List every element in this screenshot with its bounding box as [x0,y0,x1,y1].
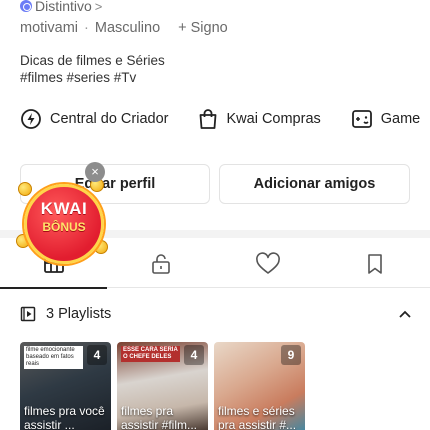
close-bonus-icon[interactable]: × [85,162,105,182]
add-sign-button[interactable]: + Signo [178,20,228,36]
kwai-bonus-widget[interactable]: KWAI BÔNUS [16,178,108,266]
meta-separator: · [84,20,89,36]
kwai-bonus-title: KWAI [40,199,88,218]
tab-private[interactable] [107,240,214,288]
game-link[interactable]: Game [351,108,421,130]
playlist-caption: filmes e séries pra assistir #... [218,404,297,430]
bio-line: Dicas de filmes e Séries [20,53,165,68]
badge-label: Distintivo [35,0,92,14]
kwai-bonus-subtitle: BÔNUS [42,220,86,234]
playlist-count: 9 [281,345,301,365]
playlist-count: 4 [184,345,204,365]
add-friends-button[interactable]: Adicionar amigos [219,164,410,204]
profile-meta: motivami · Masculino + Signo [20,20,228,36]
playlist-caption: filmes pra assistir #film... [121,404,198,430]
playlists-header[interactable]: 3 Playlists [20,302,412,326]
badge-icon [20,0,32,12]
playlist-caption: filmes pra você assistir ... [24,404,105,430]
heart-icon [255,252,280,274]
tab-saved[interactable] [321,240,428,288]
creator-center-label: Central do Criador [50,111,169,127]
playlist-card[interactable]: 9 filmes e séries pra assistir #... [214,342,305,430]
kwai-shop-label: Kwai Compras [226,111,321,127]
thumbnail-overlay-text: filme emocionante baseado em fatos reais [24,346,83,369]
chevron-up-icon[interactable] [398,309,412,319]
playlist-icon [20,306,36,322]
lightning-circle-icon [21,109,41,129]
profile-bio: Dicas de filmes e Séries #filmes #series… [20,52,165,86]
kwai-shop-link[interactable]: Kwai Compras [198,108,321,130]
username: motivami [20,20,79,36]
playlist-card[interactable]: filme emocionante baseado em fatos reais… [20,342,111,430]
gender-label[interactable]: Masculino [95,20,160,36]
chevron-right-icon: > [94,0,103,14]
coin-icon [18,182,32,196]
quick-links-row: Central do Criador Kwai Compras Game [20,106,430,132]
shopping-bag-icon [200,109,217,129]
gamepad-icon [351,110,372,128]
bookmark-icon [367,254,382,274]
lock-icon [151,254,170,274]
thumbnail-overlay-text: ESSE CARA SERIA O CHEFE DELES [121,346,180,362]
playlist-grid: filme emocionante baseado em fatos reais… [20,342,305,430]
sign-label: Signo [190,20,228,36]
tab-likes[interactable] [214,240,321,288]
playlists-title: 3 Playlists [46,306,112,322]
bio-hashtags: #filmes #series #Tv [20,70,137,85]
playlist-card[interactable]: ESSE CARA SERIA O CHEFE DELES 4 filmes p… [117,342,208,430]
game-label: Game [380,111,421,127]
playlist-count: 4 [87,345,107,365]
creator-center-link[interactable]: Central do Criador [20,108,168,130]
plus-icon: + [178,20,187,36]
distintivo-badge[interactable]: Distintivo > [20,0,102,14]
